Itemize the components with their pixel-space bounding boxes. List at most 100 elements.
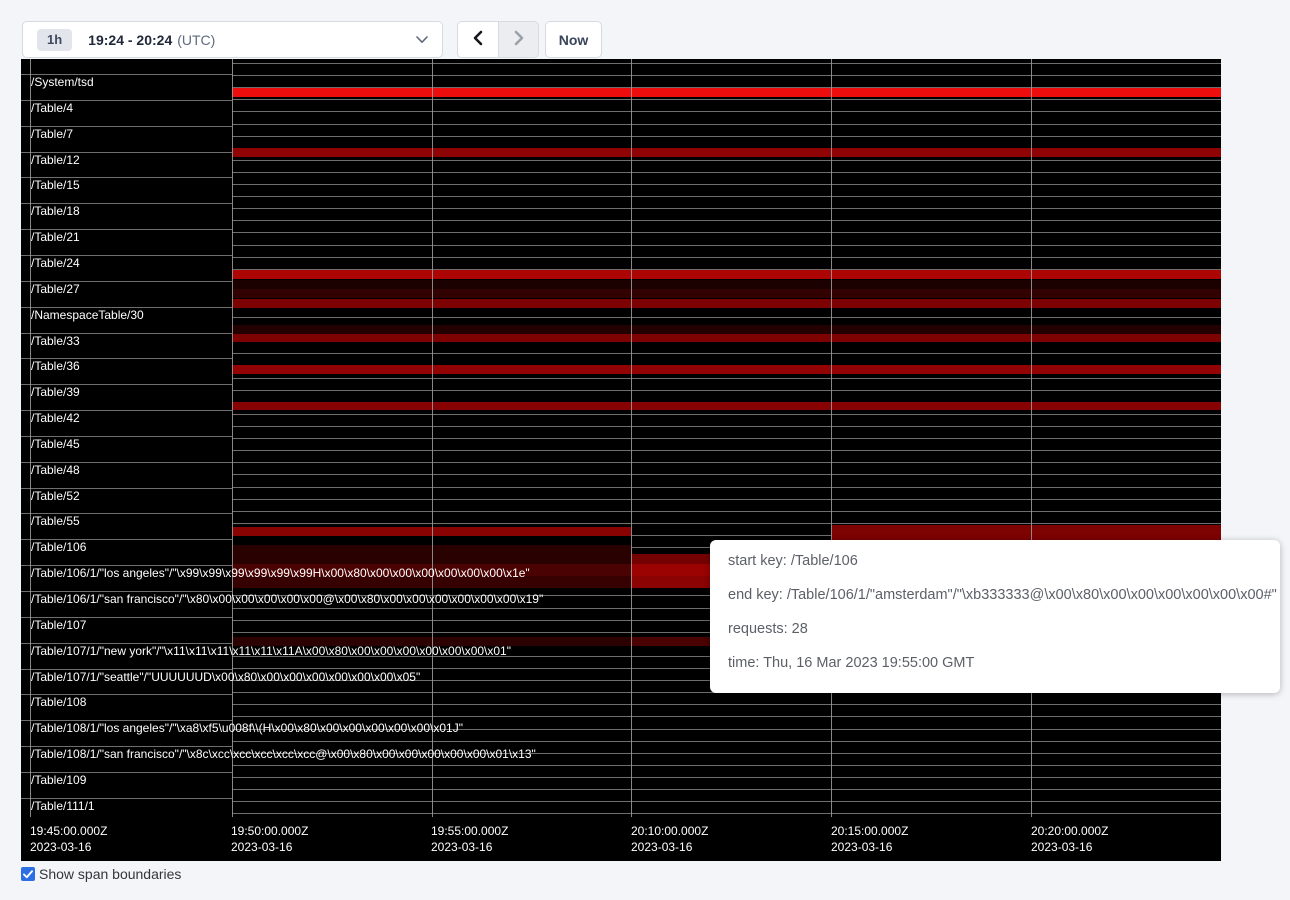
- heat-band[interactable]: [232, 289, 1221, 298]
- row-label: /Table/55: [31, 515, 80, 528]
- axis-tick-date: 2023-03-16: [431, 840, 492, 854]
- span-boundary-line: [232, 172, 1221, 173]
- span-boundary-line: [232, 196, 1221, 197]
- heat-band[interactable]: [232, 299, 1221, 308]
- span-boundary-line: [232, 136, 1221, 137]
- span-boundary-line: [232, 220, 1221, 221]
- heat-band[interactable]: [232, 148, 1221, 157]
- show-span-boundaries-checkbox[interactable]: [21, 867, 35, 881]
- row-label: /Table/109: [31, 774, 86, 787]
- row-label: /Table/42: [31, 412, 80, 425]
- heat-band[interactable]: [232, 88, 1221, 97]
- span-boundary-line: [232, 813, 1221, 814]
- show-span-boundaries-control[interactable]: Show span boundaries: [21, 866, 181, 882]
- span-boundary-line: [232, 414, 1221, 415]
- row-label: /Table/21: [31, 231, 80, 244]
- tooltip-requests: requests: 28: [728, 622, 1280, 637]
- range-utc-label: (UTC): [177, 32, 215, 48]
- span-boundary-line: [232, 232, 1221, 233]
- row-label: /Table/106: [31, 541, 86, 554]
- range-text: 19:24 - 20:24: [88, 32, 172, 48]
- heat-band[interactable]: [232, 334, 1221, 342]
- span-boundary-line: [232, 801, 1221, 802]
- row-label: /Table/18: [31, 205, 80, 218]
- span-boundary-line: [232, 99, 1221, 100]
- row-label: /Table/7: [31, 128, 73, 141]
- row-label: /Table/24: [31, 257, 80, 270]
- heat-band[interactable]: [232, 325, 1221, 334]
- time-gridline: [631, 59, 632, 817]
- row-label: /Table/106/1/"san francisco"/"\x80\x00\x…: [31, 593, 543, 606]
- span-boundary-line: [232, 523, 1221, 524]
- span-boundary-line: [232, 777, 1221, 778]
- axis-tick-date: 2023-03-16: [631, 840, 692, 854]
- keyvisualizer-canvas[interactable]: /System/tsd/Table/4/Table/7/Table/12/Tab…: [21, 59, 1221, 861]
- axis-tick-date: 2023-03-16: [231, 840, 292, 854]
- axis-tick-time: 19:55:00.000Z: [431, 824, 508, 838]
- span-boundary-line: [232, 704, 1221, 705]
- span-boundary-line: [232, 741, 1221, 742]
- span-boundary-line: [232, 160, 1221, 161]
- row-label: /Table/52: [31, 490, 80, 503]
- span-boundary-line: [232, 184, 1221, 185]
- axis-tick-date: 2023-03-16: [831, 840, 892, 854]
- row-label: /Table/39: [31, 386, 80, 399]
- span-boundary-line: [232, 390, 1221, 391]
- next-interval-button[interactable]: [498, 22, 538, 57]
- span-boundary-line: [232, 716, 1221, 717]
- row-label: /Table/106/1/"los angeles"/"\x99\x99\x99…: [31, 567, 530, 580]
- row-label: /Table/111/1: [31, 800, 95, 813]
- span-boundary-line: [232, 317, 1221, 318]
- span-boundary-line: [232, 789, 1221, 790]
- span-boundary-line: [232, 450, 1221, 451]
- span-boundary-line: [232, 378, 1221, 379]
- heat-band[interactable]: [232, 270, 1221, 279]
- tooltip-start-key: start key: /Table/106: [728, 554, 1280, 569]
- row-label: /Table/45: [31, 438, 80, 451]
- axis-tick-time: 20:20:00.000Z: [1031, 824, 1108, 838]
- time-range-dropdown[interactable]: 1h 19:24 - 20:24 (UTC): [22, 21, 443, 58]
- span-boundary-line: [232, 353, 1221, 354]
- chevron-down-icon: [416, 36, 428, 44]
- row-label: /Table/107: [31, 619, 86, 632]
- span-boundary-line: [232, 438, 1221, 439]
- time-gridline: [1031, 59, 1032, 817]
- time-gridline: [432, 59, 433, 817]
- range-duration-badge: 1h: [37, 29, 72, 51]
- cell-tooltip: start key: /Table/106 end key: /Table/10…: [710, 540, 1280, 693]
- heat-band[interactable]: [232, 402, 1221, 410]
- row-label: /Table/12: [31, 154, 80, 167]
- row-label: /Table/108/1/"los angeles"/"\xa8\xf5\u00…: [31, 722, 463, 735]
- axis-tick-date: 2023-03-16: [1031, 840, 1092, 854]
- row-label: /Table/36: [31, 360, 80, 373]
- axis-tick-time: 19:50:00.000Z: [231, 824, 308, 838]
- axis-tick-time: 19:45:00.000Z: [30, 824, 107, 838]
- span-boundary-line: [232, 426, 1221, 427]
- tooltip-end-key: end key: /Table/106/1/"amsterdam"/"\xb33…: [728, 588, 1280, 603]
- prev-interval-button[interactable]: [458, 22, 498, 57]
- span-boundary-line: [232, 499, 1221, 500]
- time-gridline: [831, 59, 832, 817]
- row-label: /Table/107/1/"new york"/"\x11\x11\x11\x1…: [31, 645, 511, 658]
- time-pagination-group: [457, 21, 539, 58]
- span-boundary-line: [232, 75, 1221, 76]
- key-visualizer-page: 1h 19:24 - 20:24 (UTC) Now /System/tsd/T…: [0, 0, 1290, 900]
- row-label: /Table/108: [31, 696, 86, 709]
- now-button[interactable]: Now: [545, 21, 602, 58]
- tooltip-time: time: Thu, 16 Mar 2023 19:55:00 GMT: [728, 656, 1280, 671]
- time-gridline: [232, 59, 233, 817]
- axis-tick-time: 20:10:00.000Z: [631, 824, 708, 838]
- row-label: /Table/27: [31, 283, 80, 296]
- row-label: /Table/48: [31, 464, 80, 477]
- span-boundary-line: [232, 765, 1221, 766]
- row-label: /Table/4: [31, 102, 73, 115]
- heat-band[interactable]: [232, 280, 1221, 289]
- span-boundary-line: [232, 257, 1221, 258]
- heat-band[interactable]: [831, 525, 1221, 540]
- span-boundary-line: [232, 474, 1221, 475]
- span-boundary-line: [232, 111, 1221, 112]
- heat-band[interactable]: [232, 365, 1221, 374]
- span-boundary-line: [232, 208, 1221, 209]
- span-boundary-line: [232, 511, 1221, 512]
- row-label: /System/tsd: [31, 76, 94, 89]
